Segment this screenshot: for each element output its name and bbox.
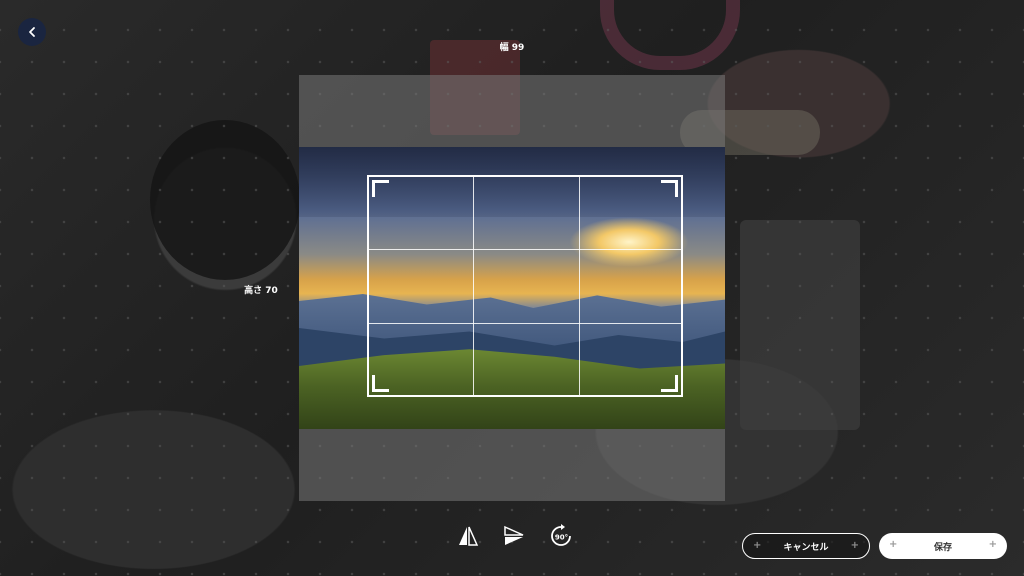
flip-horizontal-icon	[459, 526, 479, 546]
crop-height-label: 高さ 70	[244, 286, 278, 296]
grid-line	[579, 177, 580, 395]
crop-handle-top-right[interactable]	[661, 180, 678, 197]
grid-line	[473, 177, 474, 395]
cancel-button[interactable]: + キャンセル +	[742, 533, 870, 559]
grid-line	[369, 323, 681, 324]
crop-frame[interactable]	[367, 175, 683, 397]
svg-text:90°: 90°	[555, 534, 568, 542]
flip-horizontal-button[interactable]	[454, 522, 482, 550]
back-button[interactable]	[18, 18, 46, 46]
crop-handle-bottom-right[interactable]	[661, 375, 678, 392]
rotate-90-button[interactable]: 90°	[547, 522, 575, 550]
flip-vertical-icon	[504, 525, 524, 545]
decorative-plus-icon: +	[753, 540, 762, 551]
grid-line	[369, 249, 681, 250]
decorative-plus-icon: +	[988, 539, 997, 550]
decorative-plus-icon: +	[850, 540, 859, 551]
save-button[interactable]: + 保存 +	[879, 533, 1007, 559]
cancel-button-label: キャンセル	[783, 542, 829, 553]
crop-handle-top-left[interactable]	[372, 180, 389, 197]
save-button-label: 保存	[933, 542, 952, 553]
chevron-left-icon	[29, 27, 35, 37]
crop-width-label: 幅 99	[499, 43, 525, 53]
flip-vertical-button[interactable]	[500, 522, 528, 550]
decorative-plus-icon: +	[889, 539, 898, 550]
crop-handle-bottom-left[interactable]	[372, 375, 389, 392]
rotate-90-icon: 90°	[551, 524, 571, 546]
